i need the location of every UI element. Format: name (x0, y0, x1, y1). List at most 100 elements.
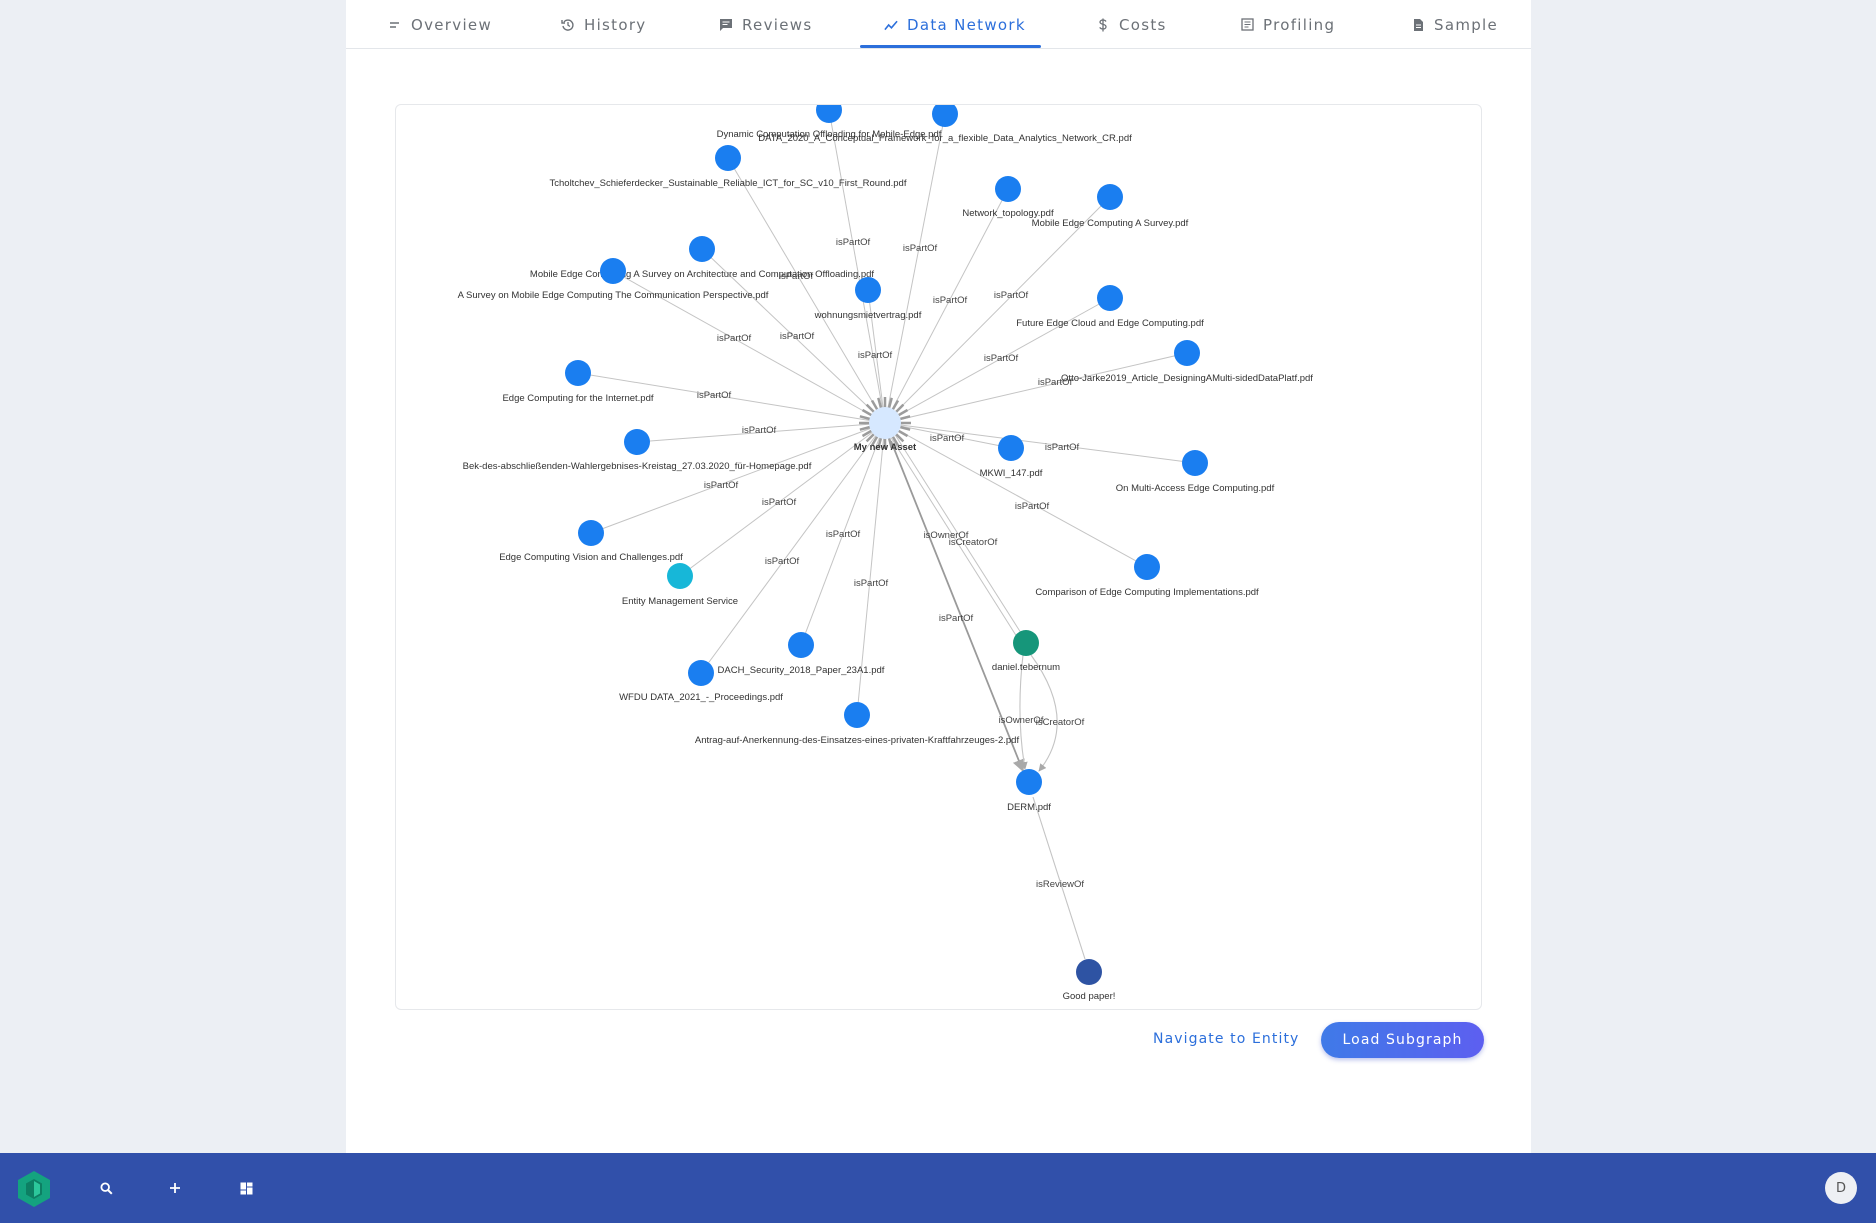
graph-node-document[interactable] (995, 176, 1021, 202)
tab-label: Profiling (1263, 15, 1336, 34)
tab-costs[interactable]: Costs (1096, 0, 1167, 49)
tab-history[interactable]: History (561, 0, 646, 49)
graph-node-label: Mobile Edge Computing A Survey.pdf (1032, 218, 1189, 229)
graph-node-label: Entity Management Service (622, 596, 738, 607)
graph-node-label: daniel.tebernum (992, 662, 1060, 673)
graph-node-label: Future Edge Cloud and Edge Computing.pdf (1016, 318, 1204, 329)
edge-label-is-part-of: isPartOf (836, 237, 871, 248)
edge-label-is-part-of: isPartOf (765, 556, 800, 567)
profiling-icon (1240, 18, 1254, 32)
graph-node-document[interactable] (1097, 184, 1123, 210)
graph-node-label: Bek-des-abschließenden-Wahlergebnises-Kr… (463, 461, 812, 472)
add-icon[interactable] (161, 1174, 189, 1202)
graph-node-label: On Multi-Access Edge Computing.pdf (1116, 483, 1275, 494)
graph-node-document[interactable] (932, 104, 958, 127)
edge-label-is-part-of: isPartOf (994, 290, 1029, 301)
edge-is-part-of (884, 352, 1188, 424)
network-graph-canvas[interactable]: isPartOf isPartOf isPartOf isPartOf isPartOf… (395, 104, 1482, 1010)
graph-node-label: DACH_Security_2018_Paper_23A1.pdf (718, 665, 885, 676)
graph-node-label: Comparison of Edge Computing Implementat… (1035, 587, 1259, 598)
graph-node-label: Good paper! (1063, 991, 1116, 1002)
graph-node-label: Mobile Edge Computing A Survey on Archit… (530, 269, 875, 280)
tab-overview[interactable]: Overview (388, 0, 492, 49)
edge-label-is-part-of: isPartOf (933, 295, 968, 306)
tab-sample[interactable]: Sample (1411, 0, 1498, 49)
graph-node-document[interactable] (600, 258, 626, 284)
graph-node-label: WFDU DATA_2021_-_Proceedings.pdf (619, 692, 783, 703)
graph-node-document[interactable] (788, 632, 814, 658)
edge-label-is-part-of: isPartOf (939, 613, 974, 624)
edge-is-review-of (1032, 796, 1086, 960)
graph-node-document[interactable] (565, 360, 591, 386)
graph-center-node[interactable] (869, 407, 901, 439)
edge-label-is-part-of: isPartOf (780, 331, 815, 342)
dollar-icon (1096, 18, 1110, 32)
graph-node-document[interactable] (1182, 450, 1208, 476)
graph-node-document[interactable] (1174, 340, 1200, 366)
graph-node-document[interactable] (1097, 285, 1123, 311)
graph-node-document[interactable] (578, 520, 604, 546)
graph-node-document[interactable] (855, 277, 881, 303)
tab-label: Overview (411, 15, 493, 34)
search-icon[interactable] (92, 1174, 120, 1202)
graph-node-label: Tcholtchev_Schieferdecker_Sustainable_Re… (550, 178, 907, 189)
graph-node-document[interactable] (624, 429, 650, 455)
edge-label-is-part-of: isPartOf (742, 425, 777, 436)
edge-label-is-creator-of: isCreatorOf (1036, 717, 1085, 728)
comment-icon (719, 18, 733, 32)
tab-reviews[interactable]: Reviews (719, 0, 812, 49)
tab-data-network[interactable]: Data Network (884, 0, 1026, 49)
edge-label-is-part-of: isPartOf (762, 497, 797, 508)
graph-node-label: DERM.pdf (1007, 802, 1051, 813)
edge-label-is-part-of: isPartOf (697, 390, 732, 401)
tab-bar: Overview History Reviews Data Network Co… (346, 0, 1531, 49)
graph-center-node-label: My new Asset (854, 442, 917, 453)
edge-label-is-part-of: isPartOf (930, 433, 965, 444)
graph-node-document[interactable] (689, 236, 715, 262)
trending-icon (884, 18, 898, 32)
edge-label-is-review-of: isReviewOf (1036, 879, 1084, 890)
graph-node-document[interactable] (715, 145, 741, 171)
tab-label: Costs (1119, 15, 1167, 34)
graph-node-label: MKWI_147.pdf (980, 468, 1043, 479)
graph-node-document[interactable] (1134, 554, 1160, 580)
graph-node-review[interactable] (1076, 959, 1102, 985)
edge-label-is-part-of: isPartOf (854, 578, 889, 589)
edge-label-is-part-of: isPartOf (984, 353, 1019, 364)
graph-node-label: wohnungsmietvertrag.pdf (814, 310, 922, 321)
edge-label-is-part-of: isPartOf (1015, 501, 1050, 512)
graph-node-document[interactable] (688, 660, 714, 686)
load-subgraph-button[interactable]: Load Subgraph (1321, 1022, 1484, 1058)
graph-node-label: Edge Computing Vision and Challenges.pdf (499, 552, 683, 563)
graph-node-label: Antrag-auf-Anerkennung-des-Einsatzes-ein… (695, 735, 1020, 746)
edge-label-is-part-of: isPartOf (903, 243, 938, 254)
tab-label: Sample (1434, 15, 1499, 34)
graph-node-label: A Survey on Mobile Edge Computing The Co… (458, 290, 769, 301)
edge-label-is-part-of: isPartOf (826, 529, 861, 540)
tab-label: Reviews (742, 15, 813, 34)
tab-label: History (584, 15, 647, 34)
file-icon (1411, 18, 1425, 32)
tab-profiling[interactable]: Profiling (1240, 0, 1335, 49)
graph-node-document[interactable] (998, 435, 1024, 461)
edge-label-is-part-of: isPartOf (1045, 442, 1080, 453)
edge-label-is-creator-of: isCreatorOf (949, 537, 998, 548)
graph-node-label: Otto-Jarke2019_Article_DesigningAMulti-s… (1061, 373, 1313, 384)
graph-node-document[interactable] (1016, 769, 1042, 795)
edge-label-is-part-of: isPartOf (717, 333, 752, 344)
history-icon (561, 18, 575, 32)
graph-node-label: DATA_2020_A_Conceptual_Framework_for_a_f… (758, 133, 1132, 144)
graph-node-user[interactable] (1013, 630, 1039, 656)
navigate-to-entity-link[interactable]: Navigate to Entity (1153, 1031, 1299, 1047)
data-network-graph[interactable]: isPartOf isPartOf isPartOf isPartOf isPartOf… (395, 104, 1482, 1010)
edge-label-is-part-of: isPartOf (858, 350, 893, 361)
asset-detail-panel: Overview History Reviews Data Network Co… (346, 0, 1531, 1153)
graph-node-document[interactable] (816, 104, 842, 123)
user-avatar[interactable]: D (1825, 1172, 1857, 1204)
dashboard-icon[interactable] (232, 1174, 260, 1202)
graph-node-label: Edge Computing for the Internet.pdf (502, 393, 653, 404)
edge-label-is-part-of: isPartOf (704, 480, 739, 491)
graph-node-document[interactable] (844, 702, 870, 728)
graph-node-service[interactable] (667, 563, 693, 589)
app-logo[interactable] (14, 1169, 54, 1209)
